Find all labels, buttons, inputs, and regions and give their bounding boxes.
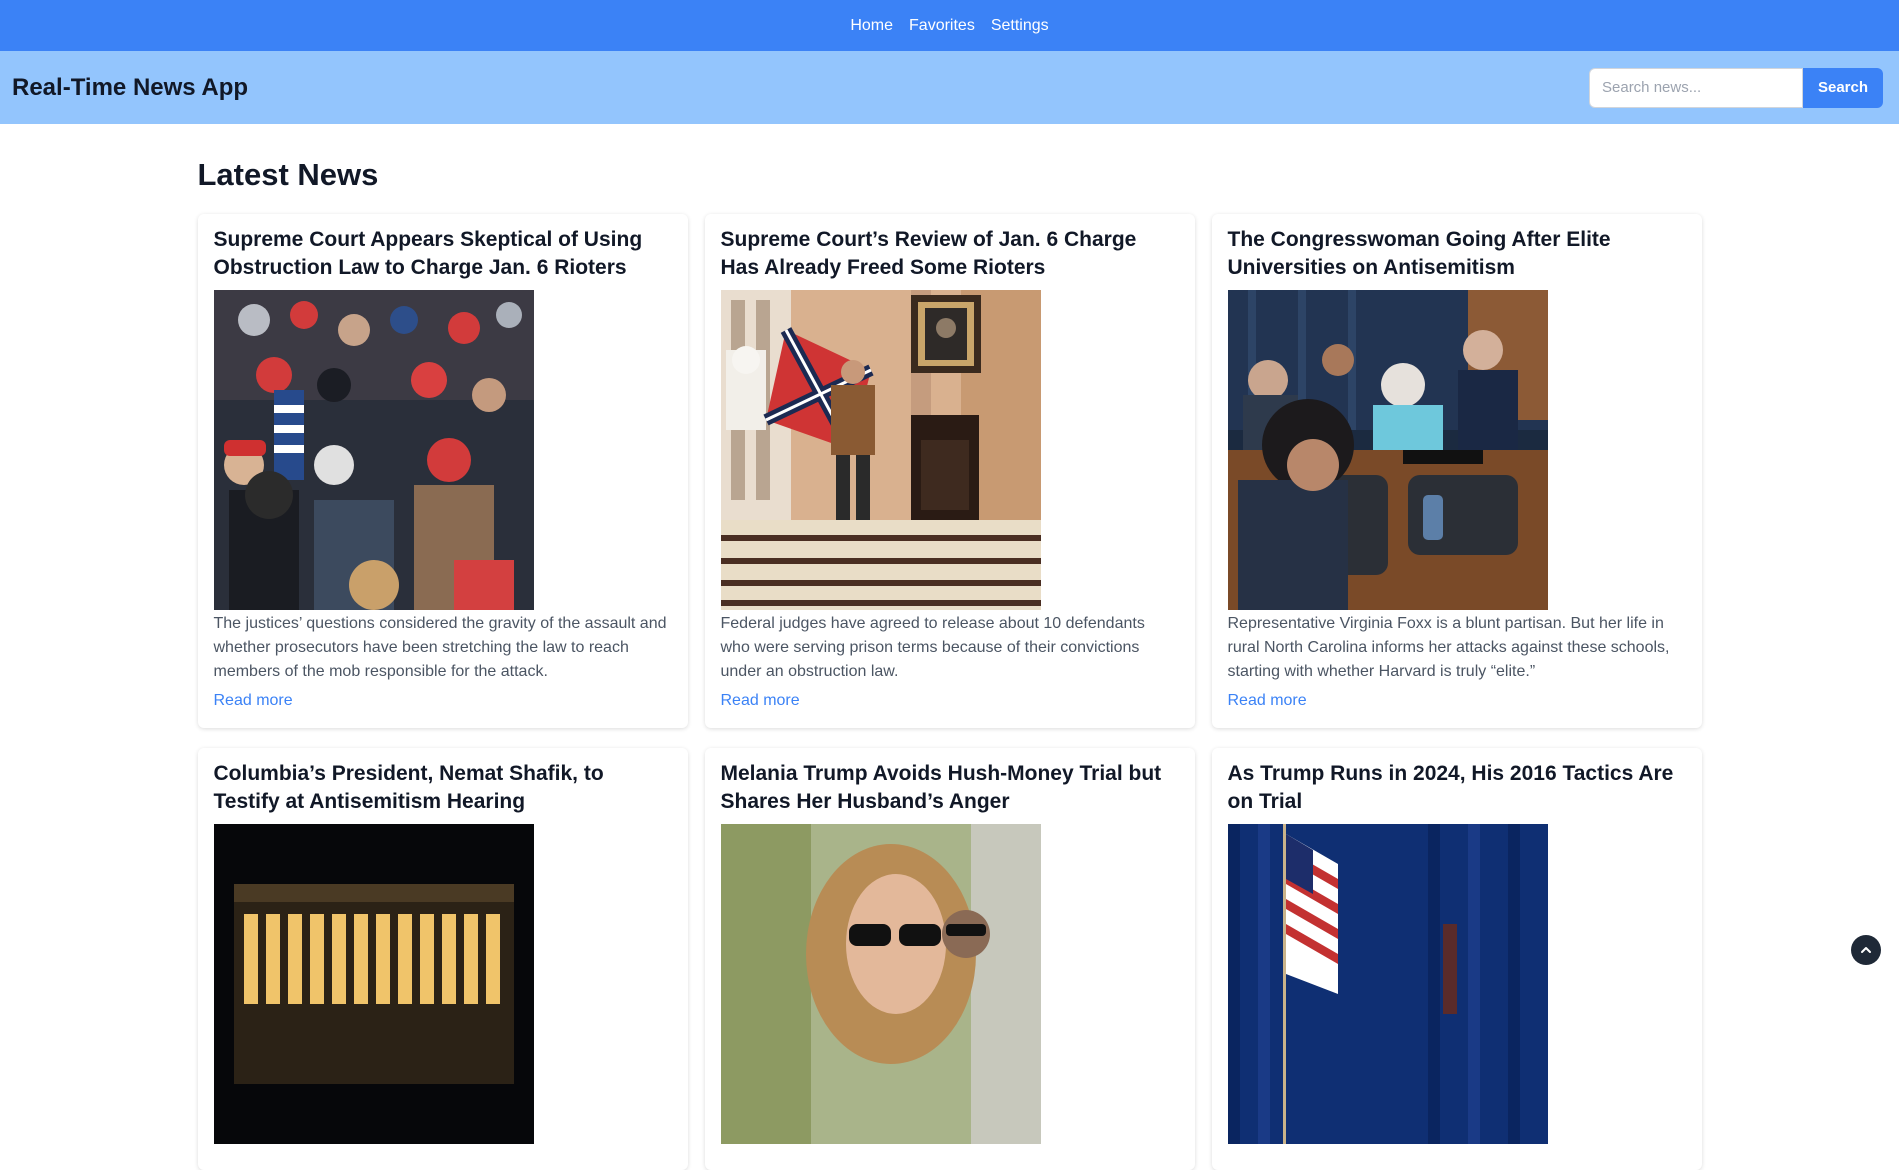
read-more-link[interactable]: Read more (214, 692, 293, 709)
news-card: Columbia’s President, Nemat Shafik, to T… (197, 748, 688, 1170)
news-card: As Trump Runs in 2024, His 2016 Tactics … (1211, 748, 1702, 1170)
article-title: Supreme Court’s Review of Jan. 6 Charge … (720, 228, 1137, 279)
chevron-up-icon (1861, 947, 1871, 953)
search-bar: Search (1589, 67, 1883, 108)
news-card: Supreme Court Appears Skeptical of Using… (197, 214, 688, 728)
article-title: The Congresswoman Going After Elite Univ… (1227, 228, 1611, 279)
hearing-photo (1227, 290, 1548, 610)
library-night-photo (213, 824, 534, 1144)
article-title: Columbia’s President, Nemat Shafik, to T… (213, 762, 604, 813)
article-title: Melania Trump Avoids Hush-Money Trial bu… (720, 762, 1162, 813)
capitol-interior-photo (720, 290, 1041, 610)
read-more-link[interactable]: Read more (1228, 692, 1307, 709)
article-title: As Trump Runs in 2024, His 2016 Tactics … (1227, 762, 1674, 813)
app-title: Real-Time News App (12, 73, 249, 101)
nav-favorites[interactable]: Favorites (909, 17, 975, 35)
read-more-link[interactable]: Read more (721, 692, 800, 709)
news-card: The Congresswoman Going After Elite Univ… (1211, 214, 1702, 728)
news-grid: Supreme Court Appears Skeptical of Using… (197, 214, 1702, 1170)
search-button[interactable]: Search (1803, 67, 1883, 108)
section-title: Latest News (197, 157, 379, 192)
main-content: Latest News Supreme Court Appears Skepti… (197, 124, 1702, 1170)
top-nav: Home Favorites Settings (0, 0, 1899, 51)
article-description: The justices’ questions considered the g… (213, 615, 667, 680)
article-description: Representative Virginia Foxx is a blunt … (1227, 615, 1670, 680)
article-description: Federal judges have agreed to release ab… (720, 615, 1145, 680)
portrait-photo (720, 824, 1041, 1144)
crowd-photo (213, 290, 534, 610)
article-title: Supreme Court Appears Skeptical of Using… (213, 228, 643, 279)
nav-home[interactable]: Home (850, 17, 893, 35)
scroll-to-top-button[interactable] (1851, 935, 1881, 965)
flag-stage-photo (1227, 824, 1548, 1144)
news-card: Supreme Court’s Review of Jan. 6 Charge … (704, 214, 1195, 728)
app-header: Real-Time News App Search (0, 51, 1899, 124)
search-input[interactable] (1589, 67, 1803, 108)
nav-settings[interactable]: Settings (991, 17, 1049, 35)
news-card: Melania Trump Avoids Hush-Money Trial bu… (704, 748, 1195, 1170)
